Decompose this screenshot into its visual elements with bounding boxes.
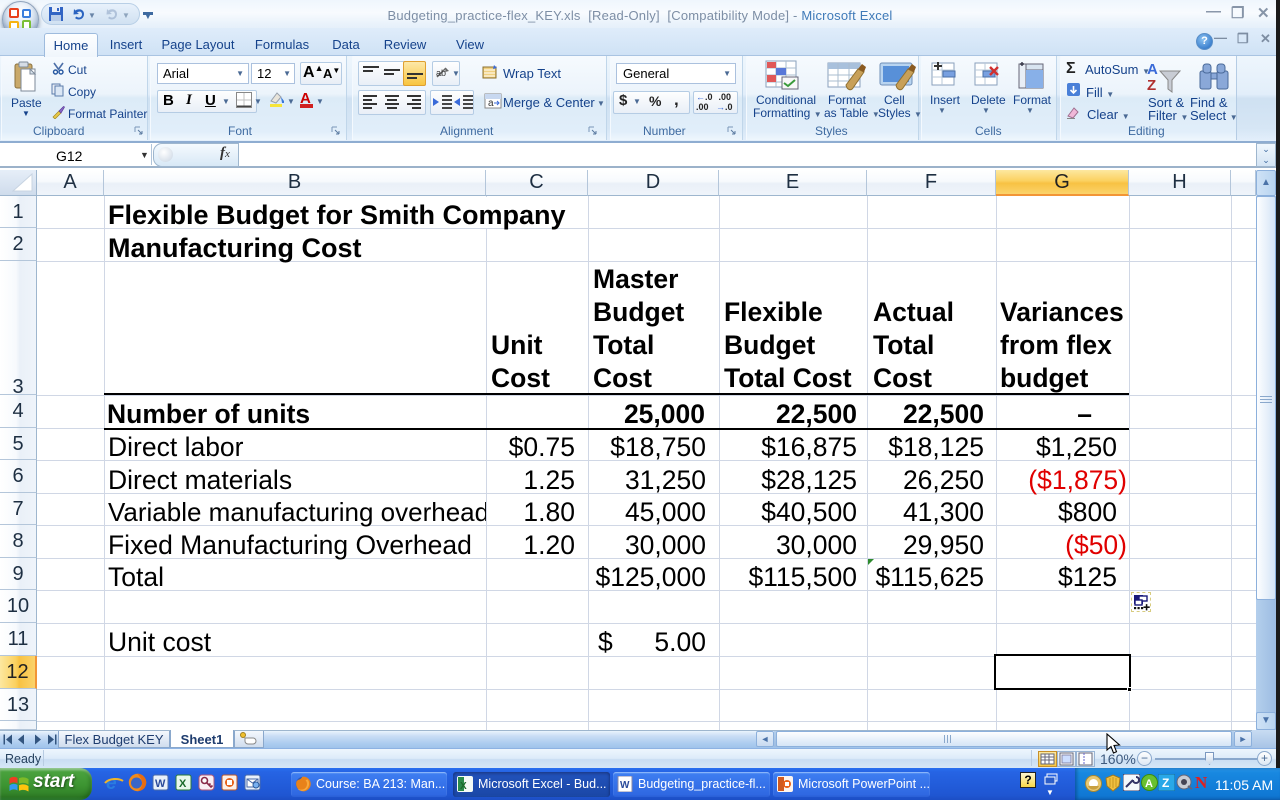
svg-text:Z: Z xyxy=(1147,77,1156,94)
svg-text:Z: Z xyxy=(1162,776,1169,790)
svg-text:a: a xyxy=(488,98,494,109)
svg-text:X: X xyxy=(460,781,467,792)
svg-text:X: X xyxy=(179,778,187,790)
svg-text:ab: ab xyxy=(436,68,446,78)
svg-text:A: A xyxy=(1147,61,1158,78)
svg-text:W: W xyxy=(620,780,630,791)
svg-text:W: W xyxy=(155,778,166,790)
svg-text:e: e xyxy=(106,773,117,793)
svg-text:A: A xyxy=(1145,778,1153,790)
